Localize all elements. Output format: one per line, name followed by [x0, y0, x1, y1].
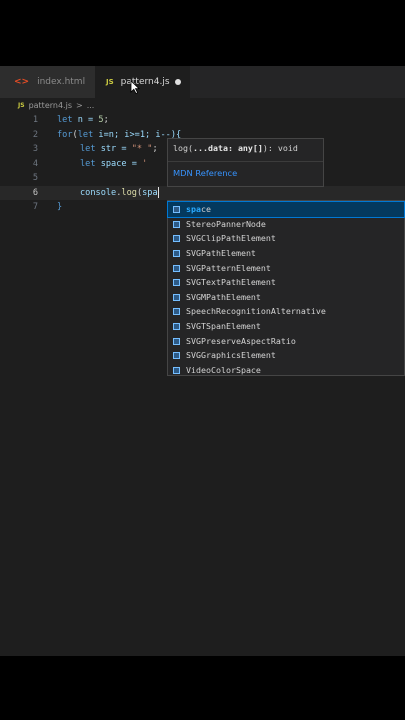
- js-icon: JS: [18, 101, 25, 109]
- suggestion-item[interactable]: StereoPannerNode: [168, 217, 404, 232]
- line-number: 6: [32, 187, 38, 198]
- code-line[interactable]: 1 let n = 5;: [0, 113, 405, 127]
- line-number: 3: [32, 144, 38, 154]
- tab-pattern4-js[interactable]: JS pattern4.js: [95, 66, 190, 98]
- variable-icon: [172, 264, 181, 272]
- parameter-hint-popup: log(...data: any[]): void MDN Reference: [167, 138, 324, 187]
- suggestion-item[interactable]: SVGTSpanElement: [168, 319, 404, 334]
- suggestion-item[interactable]: VideoColorSpace: [168, 363, 404, 378]
- suggestion-item[interactable]: SVGMPathElement: [168, 290, 404, 305]
- variable-icon: [172, 293, 181, 301]
- variable-icon: [172, 337, 181, 345]
- suggestion-item[interactable]: SVGPathElement: [168, 246, 404, 261]
- variable-icon: [172, 307, 181, 316]
- mdn-reference-link[interactable]: MDN Reference: [173, 168, 237, 178]
- line-number: 5: [32, 173, 38, 183]
- breadcrumb-separator: >: [75, 100, 83, 110]
- line-number: 1: [32, 115, 38, 125]
- variable-icon: [172, 249, 181, 258]
- text-cursor: [157, 186, 159, 198]
- suggestion-item[interactable]: SVGGraphicsElement: [168, 348, 404, 363]
- js-icon: JS: [106, 78, 114, 86]
- suggestion-list[interactable]: space StereoPannerNode SVGClipPathElemen…: [167, 200, 405, 376]
- variable-icon: [172, 366, 181, 374]
- divider: [168, 161, 323, 162]
- editor-window: <> index.html JS pattern4.js JS pattern4…: [0, 66, 405, 656]
- tab-bar: <> index.html JS pattern4.js: [0, 66, 405, 98]
- suggestion-item[interactable]: SVGPatternElement: [168, 260, 404, 275]
- tab-index-html[interactable]: <> index.html: [0, 66, 95, 98]
- suggestion-item[interactable]: SVGClipPathElement: [168, 231, 404, 246]
- line-number: 4: [32, 158, 38, 169]
- function-signature: log(...data: any[]): void: [173, 143, 298, 153]
- tab-label: index.html: [37, 77, 86, 87]
- suggestion-item[interactable]: SVGTextPathElement: [168, 275, 404, 290]
- variable-icon: [172, 234, 181, 243]
- variable-icon: [172, 322, 181, 331]
- html-icon: <>: [14, 77, 30, 87]
- unsaved-dot-icon[interactable]: [175, 79, 181, 85]
- mouse-pointer-icon: [130, 80, 140, 94]
- breadcrumb: JS pattern4.js > ...: [18, 98, 94, 112]
- line-number: 7: [32, 202, 38, 212]
- tab-label: pattern4.js: [120, 77, 170, 87]
- line-number: 2: [32, 129, 38, 140]
- variable-icon: [172, 351, 181, 360]
- breadcrumb-more[interactable]: ...: [87, 101, 95, 110]
- variable-icon: [172, 220, 181, 228]
- code-line-current[interactable]: 6 console.log(spa: [0, 185, 405, 200]
- suggestion-item[interactable]: SpeechRecognitionAlternative: [168, 304, 404, 319]
- suggestion-item-selected[interactable]: space: [167, 201, 405, 218]
- suggestion-item[interactable]: SVGPreserveAspectRatio: [168, 333, 404, 348]
- variable-icon: [172, 205, 181, 214]
- variable-icon: [172, 278, 181, 287]
- breadcrumb-file[interactable]: pattern4.js: [29, 101, 72, 110]
